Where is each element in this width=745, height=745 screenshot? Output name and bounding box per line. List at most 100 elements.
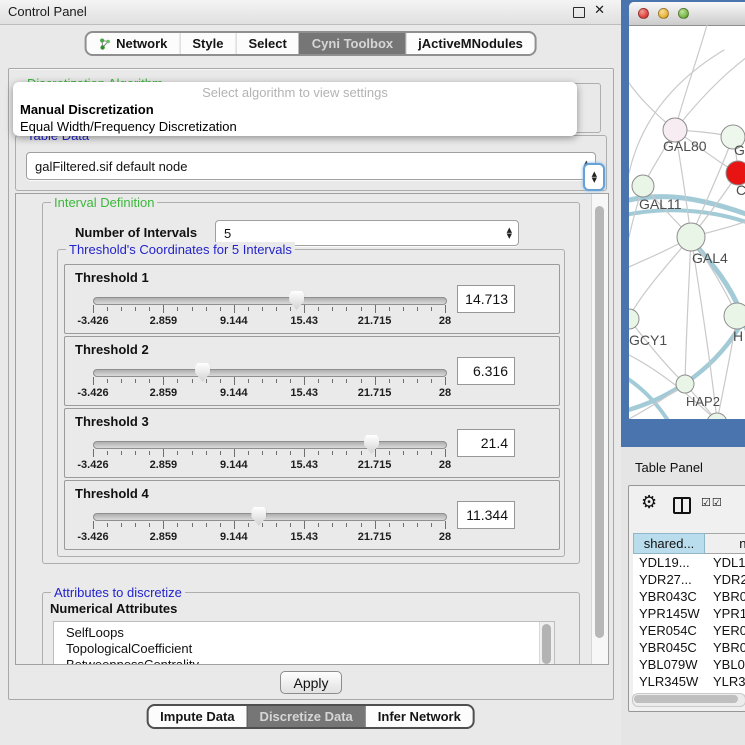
zoom-traffic-light[interactable] [678,8,689,19]
spinner-icon: ▲▼ [592,171,597,183]
slider-track[interactable] [93,441,447,449]
table-panel-title: Table Panel [635,460,703,475]
numerical-attributes-label: Numerical Attributes [50,601,177,616]
control-panel-titlebar: Control Panel ✕ [0,0,621,25]
tab-label: Infer Network [378,706,461,727]
network-canvas[interactable]: GAL80GACGAL11GAL4GCY1HHAP2 [629,25,745,419]
table-data-combo[interactable]: galFiltered.sif default node ▲▼ [26,152,596,180]
slider-ticks [93,305,445,314]
tab-select[interactable]: Select [235,33,298,54]
table-header: shared... na [633,533,745,554]
cell-name: YBL0 [707,657,745,672]
tab-network[interactable]: Network [86,33,179,54]
threshold-panel-3: Threshold 3 -3.4262.8599.14415.4321.71528… [64,408,560,478]
threshold-value-field[interactable]: 11.344 [457,501,515,529]
slider-tick-labels: -3.4262.8599.14415.4321.71528 [93,459,445,472]
threshold-value-field[interactable]: 6.316 [457,357,515,385]
network-edge [629,319,685,384]
table-row[interactable]: YDR27...YDR2 [633,571,745,588]
cell-name: YLR3 [707,674,745,689]
network-node-label: HAP2 [686,394,720,409]
float-window-icon[interactable] [573,7,585,18]
network-node-label: H [733,328,743,344]
tab-style[interactable]: Style [179,33,235,54]
threshold-value-field[interactable]: 21.4 [457,429,515,457]
dropdown-option[interactable]: Manual Discretization [13,101,577,118]
network-node-GAL4[interactable] [677,223,705,251]
table-body: YDL19...YDL1YDR27...YDR2YBR043CYBR0YPR14… [633,554,745,694]
cell-shared-name: YBR045C [633,640,707,655]
threshold-label: Threshold 3 [75,414,149,429]
network-node-label: C [736,182,745,198]
network-node-label: GAL11 [639,196,682,212]
list-item[interactable]: BetweennessCentrality [54,657,554,665]
network-node-GCY1[interactable] [629,309,639,329]
attributes-list-items: SelfLoopsTopologicalCoefficientBetweenne… [54,622,554,665]
slider-tick-labels: -3.4262.8599.14415.4321.71528 [93,387,445,400]
tab-label: Cyni Toolbox [312,33,393,54]
table-row[interactable]: YLR345WYLR3 [633,673,745,690]
threshold-label: Threshold 1 [75,270,149,285]
table-row[interactable]: YDL19...YDL1 [633,554,745,571]
table-row[interactable]: YBR043CYBR0 [633,588,745,605]
dropdown-option[interactable]: Equal Width/Frequency Discretization [13,118,577,135]
network-window-titlebar [629,2,745,26]
panel-title: Control Panel [8,0,87,24]
tab-label: Network [116,33,167,54]
cell-shared-name: YPR145W [633,606,707,621]
table-row[interactable]: YPR145WYPR1 [633,605,745,622]
threshold-value-field[interactable]: 14.713 [457,285,515,313]
network-edge [629,237,691,317]
slider-tick-labels: -3.4262.8599.14415.4321.71528 [93,315,445,328]
close-traffic-light[interactable] [638,8,649,19]
list-item[interactable]: TopologicalCoefficient [54,641,554,657]
close-icon[interactable]: ✕ [594,3,605,18]
column-header-name[interactable]: na [705,533,745,554]
tab-discretize-data[interactable]: Discretize Data [247,706,365,727]
columns-icon[interactable] [673,497,691,514]
checkbox-icons[interactable]: ☑☑ [701,496,723,509]
algorithm-combo-fragment[interactable]: ▲▼ [583,163,605,191]
horizontal-scrollbar[interactable] [632,693,745,707]
scrollbar-thumb[interactable] [542,624,551,664]
cell-shared-name: YLR345W [633,674,707,689]
network-node-GAL11[interactable] [632,175,654,197]
settings-scroll-panel: Interval Definition Number of Intervals … [15,193,609,665]
threshold-label: Threshold 4 [75,486,149,501]
slider-track[interactable] [93,297,447,305]
table-row[interactable]: YBL079WYBL0 [633,656,745,673]
num-intervals-value: 5 [224,226,231,241]
scrollbar-thumb[interactable] [634,695,738,703]
table-panel-region: Table Panel ⚙ ☑☑ shared... na YDL19...YD… [621,447,745,745]
tab-cyni-toolbox[interactable]: Cyni Toolbox [299,33,405,54]
attributes-list[interactable]: SelfLoopsTopologicalCoefficientBetweenne… [53,621,555,665]
tab-label: Impute Data [160,706,234,727]
slider-track[interactable] [93,369,447,377]
algorithm-dropdown-popup: Select algorithm to view settings Manual… [13,82,577,136]
list-item[interactable]: SelfLoops [54,625,554,641]
scrollbar-thumb[interactable] [595,206,604,638]
tab-infer-network[interactable]: Infer Network [365,706,473,727]
spinner-icon: ▲▼ [507,227,512,239]
tab-impute-data[interactable]: Impute Data [148,706,246,727]
network-icon [98,37,111,50]
slider-track[interactable] [93,513,447,521]
table-panel: ⚙ ☑☑ shared... na YDL19...YDL1YDR27...YD… [628,485,745,712]
column-header-shared[interactable]: shared... [633,533,705,554]
vertical-scrollbar[interactable] [591,194,608,664]
tab-label: jActiveMNodules [418,33,523,54]
network-window: GAL80GACGAL11GAL4GCY1HHAP2 [629,2,745,419]
network-node-HAP2[interactable] [676,375,694,393]
thresholds-group: Threshold's Coordinates for 5 Intervals … [57,249,565,557]
gear-icon[interactable]: ⚙ [641,492,657,513]
table-row[interactable]: YBR045CYBR0 [633,639,745,656]
network-node-label: GA [734,142,745,158]
table-row[interactable]: YER054CYER0 [633,622,745,639]
apply-button[interactable]: Apply [280,671,342,694]
minimize-traffic-light[interactable] [658,8,669,19]
network-node-H-node[interactable] [724,303,745,329]
attributes-group: Attributes to discretize Numerical Attri… [42,592,580,665]
attributes-list-scrollbar[interactable] [539,622,554,665]
threshold-panel-4: Threshold 4-3.4262.8599.14415.4321.71528… [64,480,560,550]
tab-jactivemnodules[interactable]: jActiveMNodules [405,33,535,54]
